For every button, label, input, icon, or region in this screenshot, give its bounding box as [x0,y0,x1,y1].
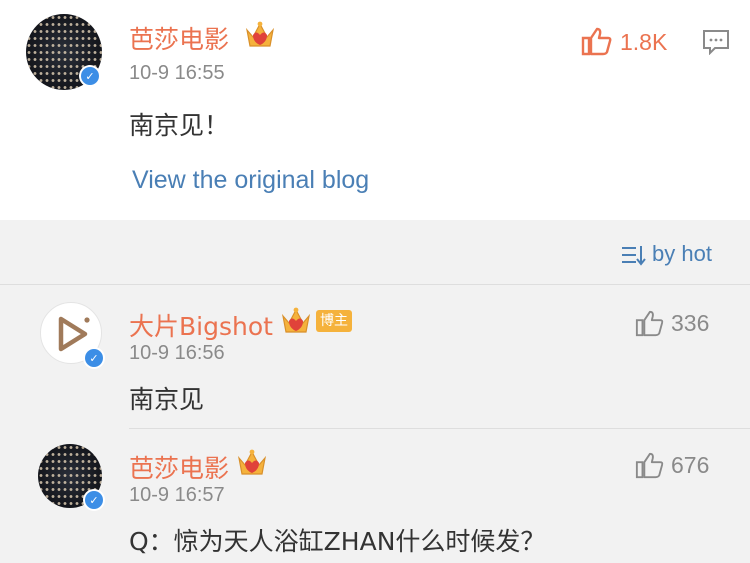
verified-icon: ✓ [83,489,105,511]
divider [129,428,750,429]
divider [0,284,750,285]
post-like-count[interactable]: 1.8K [620,29,667,56]
original-post: ✓ 芭莎电影 10-9 16:55 1.8K 南京见！ View the ori… [0,0,750,220]
comment-like-count[interactable]: 676 [671,452,709,479]
comment-author-name[interactable]: 大片Bigshot [129,307,273,343]
crown-vip-icon[interactable] [244,20,276,50]
comment-author-name[interactable]: 芭莎电影 [129,449,229,485]
comment-text: 南京见 [129,385,205,414]
blogger-badge: 博主 [316,310,352,332]
thumbs-up-icon[interactable] [580,26,612,56]
post-author-name[interactable]: 芭莎电影 [129,20,229,56]
comment-icon[interactable] [702,29,730,55]
thumbs-up-icon[interactable] [634,451,664,479]
comment-time: 10-9 16:56 [129,342,225,364]
crown-vip-icon[interactable] [236,448,268,478]
comment-like-count[interactable]: 336 [671,310,709,337]
comment-time: 10-9 16:57 [129,484,225,506]
crown-vip-icon[interactable] [280,306,312,336]
post-time: 10-9 16:55 [129,62,225,84]
thumbs-up-icon[interactable] [634,309,664,337]
view-original-link[interactable]: View the original blog [132,166,369,195]
sort-icon[interactable] [620,243,646,267]
verified-icon: ✓ [79,65,101,87]
comment-text: Q：惊为天人浴缸ZHAN什么时候发？ [129,527,546,556]
verified-icon: ✓ [83,347,105,369]
post-text: 南京见！ [129,111,230,140]
sort-by-hot[interactable]: by hot [652,241,712,267]
